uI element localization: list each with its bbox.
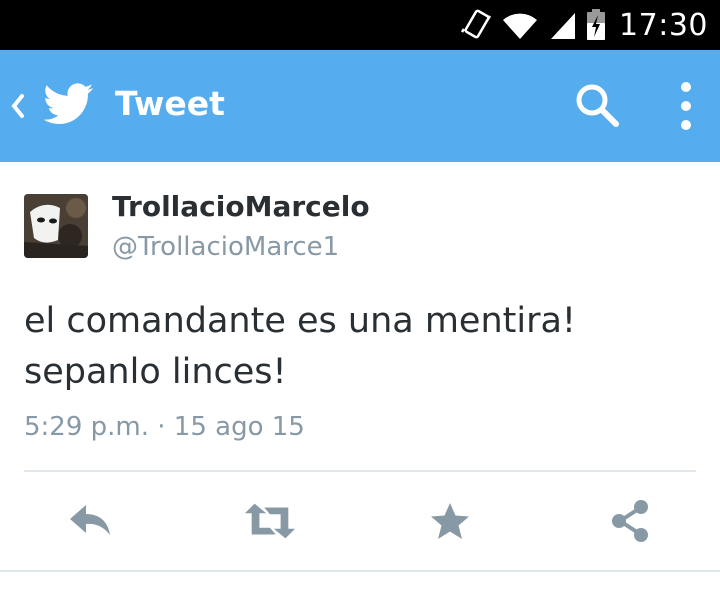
status-time: 17:30 — [619, 7, 708, 43]
divider — [24, 470, 696, 472]
avatar[interactable] — [24, 194, 88, 258]
twitter-bird-icon[interactable] — [44, 82, 94, 126]
favorite-star-icon — [431, 503, 469, 539]
search-icon[interactable] — [572, 80, 622, 130]
favorite-button[interactable] — [423, 496, 477, 546]
share-icon — [612, 500, 648, 542]
signal-icon — [551, 13, 576, 39]
app-bar: Tweet — [0, 50, 720, 162]
status-icons: 17:30 — [461, 0, 708, 50]
wifi-icon — [503, 13, 538, 40]
vibrate-icon — [461, 9, 492, 39]
retweet-button[interactable] — [243, 496, 297, 546]
page-title: Tweet — [115, 84, 225, 123]
tweet-text: el comandante es una mentira! sepanlo li… — [24, 301, 576, 392]
user-handle[interactable]: @TrollacioMarce1 — [112, 232, 339, 262]
share-button[interactable] — [603, 496, 657, 546]
reply-button[interactable] — [63, 496, 117, 546]
display-name[interactable]: TrollacioMarcelo — [112, 190, 370, 223]
retweet-icon — [244, 503, 296, 539]
battery-charging-icon — [587, 9, 606, 40]
more-vert-icon[interactable] — [670, 78, 702, 134]
status-bar: 17:30 — [0, 0, 720, 50]
divider — [0, 570, 720, 572]
reply-icon — [70, 505, 110, 535]
tweet-timestamp: 5:29 p.m. · 15 ago 15 — [24, 412, 305, 442]
chevron-left-icon[interactable] — [8, 88, 28, 124]
